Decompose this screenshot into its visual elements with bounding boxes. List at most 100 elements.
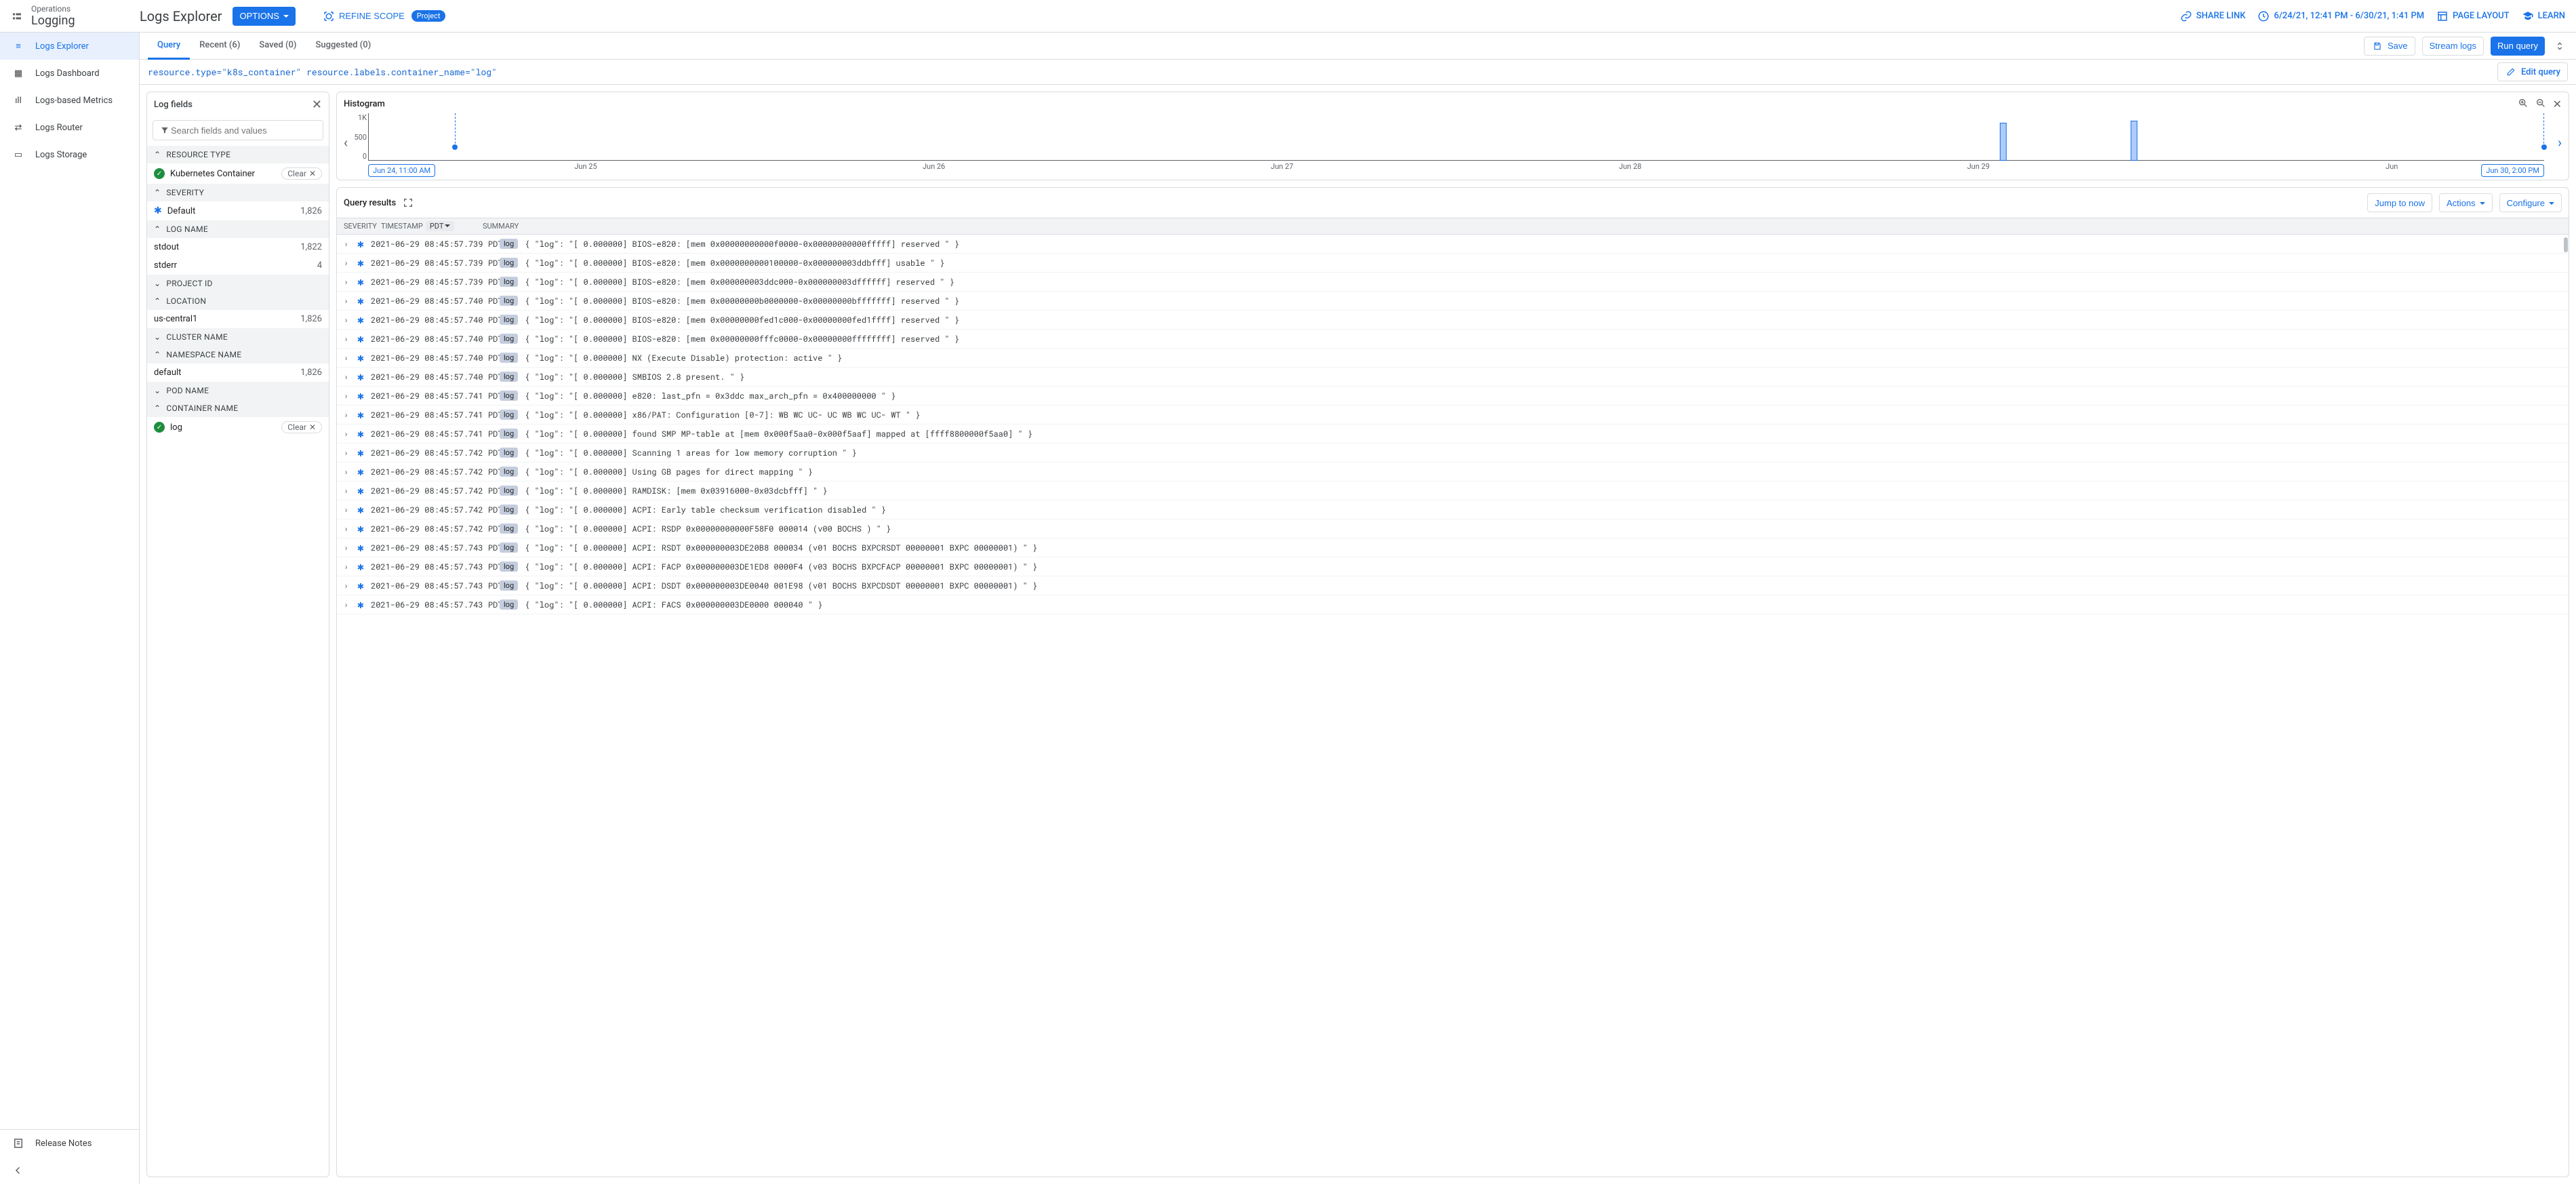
chevron-right-icon[interactable]: › [344, 448, 350, 458]
log-badge[interactable]: log [500, 277, 518, 287]
log-row[interactable]: ›✱2021-06-29 08:45:57.740 PDTlog{ "log":… [337, 292, 2569, 311]
log-badge[interactable]: log [500, 334, 518, 344]
log-badge[interactable]: log [500, 391, 518, 401]
sidebar-item-logs-router[interactable]: ⇄Logs Router [0, 114, 139, 141]
log-badge[interactable]: log [500, 448, 518, 458]
log-badge[interactable]: log [500, 467, 518, 477]
chevron-right-icon[interactable]: › [2558, 134, 2562, 151]
tab-query[interactable]: Query [148, 33, 190, 60]
sidebar-item-logs-dashboard[interactable]: ▦Logs Dashboard [0, 60, 139, 87]
chevron-right-icon[interactable]: › [344, 542, 350, 553]
log-badge[interactable]: log [500, 315, 518, 325]
section-cluster-name[interactable]: ⌄CLUSTER NAME [147, 328, 329, 346]
sidebar-collapse[interactable] [0, 1157, 139, 1184]
field-container-log[interactable]: ✓ log Clear ✕ [147, 417, 329, 437]
chevron-right-icon[interactable]: › [344, 467, 350, 477]
query-bar[interactable]: resource.type="k8s_container" resource.l… [140, 60, 2576, 85]
log-badge[interactable]: log [500, 542, 518, 553]
run-query-button[interactable]: Run query [2491, 37, 2545, 56]
log-fields-search-input[interactable] [171, 125, 317, 136]
log-row[interactable]: ›✱2021-06-29 08:45:57.743 PDTlog{ "log":… [337, 557, 2569, 576]
field-namespace-default[interactable]: default 1,826 [147, 363, 329, 382]
section-project-id[interactable]: ⌄PROJECT ID [147, 275, 329, 292]
tab-recent[interactable]: Recent (6) [190, 33, 249, 60]
chevron-right-icon[interactable]: › [344, 334, 350, 344]
log-badge[interactable]: log [500, 239, 518, 249]
expand-vertical-icon[interactable] [2552, 41, 2568, 52]
log-badge[interactable]: log [500, 410, 518, 420]
section-severity[interactable]: ⌃SEVERITY [147, 184, 329, 201]
tab-saved[interactable]: Saved (0) [249, 33, 306, 60]
log-badge[interactable]: log [500, 372, 518, 382]
results-rows[interactable]: ›✱2021-06-29 08:45:57.739 PDTlog{ "log":… [337, 235, 2569, 1177]
range-end-chip[interactable]: Jun 30, 2:00 PM [2481, 164, 2544, 177]
tab-suggested[interactable]: Suggested (0) [306, 33, 380, 60]
log-row[interactable]: ›✱2021-06-29 08:45:57.740 PDTlog{ "log":… [337, 330, 2569, 349]
actions-button[interactable]: Actions [2439, 193, 2493, 212]
section-container-name[interactable]: ⌃CONTAINER NAME [147, 399, 329, 417]
section-resource-type[interactable]: ⌃RESOURCE TYPE [147, 146, 329, 163]
chevron-right-icon[interactable]: › [344, 410, 350, 420]
log-row[interactable]: ›✱2021-06-29 08:45:57.739 PDTlog{ "log":… [337, 235, 2569, 254]
field-location[interactable]: us-central1 1,826 [147, 310, 329, 328]
log-row[interactable]: ›✱2021-06-29 08:45:57.742 PDTlog{ "log":… [337, 519, 2569, 538]
learn-button[interactable]: LEARN [2522, 10, 2565, 22]
log-row[interactable]: ›✱2021-06-29 08:45:57.742 PDTlog{ "log":… [337, 443, 2569, 462]
chevron-right-icon[interactable]: › [344, 524, 350, 534]
zoom-in-icon[interactable] [2518, 98, 2529, 111]
section-namespace-name[interactable]: ⌃NAMESPACE NAME [147, 346, 329, 363]
chevron-right-icon[interactable]: › [344, 277, 350, 288]
field-stderr[interactable]: stderr 4 [147, 256, 329, 275]
chevron-right-icon[interactable]: › [344, 315, 350, 325]
log-row[interactable]: ›✱2021-06-29 08:45:57.739 PDTlog{ "log":… [337, 273, 2569, 292]
chevron-right-icon[interactable]: › [344, 372, 350, 382]
configure-button[interactable]: Configure [2499, 193, 2562, 212]
log-row[interactable]: ›✱2021-06-29 08:45:57.740 PDTlog{ "log":… [337, 311, 2569, 330]
log-row[interactable]: ›✱2021-06-29 08:45:57.743 PDTlog{ "log":… [337, 538, 2569, 557]
log-badge[interactable]: log [500, 561, 518, 572]
log-row[interactable]: ›✱2021-06-29 08:45:57.743 PDTlog{ "log":… [337, 595, 2569, 614]
section-location[interactable]: ⌃LOCATION [147, 292, 329, 310]
scrollbar-thumb[interactable] [2564, 237, 2568, 252]
field-kubernetes-container[interactable]: ✓ Kubernetes Container Clear ✕ [147, 163, 329, 184]
clear-container[interactable]: Clear ✕ [281, 421, 322, 433]
log-row[interactable]: ›✱2021-06-29 08:45:57.740 PDTlog{ "log":… [337, 368, 2569, 387]
log-row[interactable]: ›✱2021-06-29 08:45:57.739 PDTlog{ "log":… [337, 254, 2569, 273]
chevron-right-icon[interactable]: › [344, 391, 350, 401]
hamburger-icon[interactable] [11, 10, 23, 22]
log-badge[interactable]: log [500, 296, 518, 306]
chevron-right-icon[interactable]: › [344, 505, 350, 515]
log-badge[interactable]: log [500, 580, 518, 591]
chevron-right-icon[interactable]: › [344, 561, 350, 572]
range-start-chip[interactable]: Jun 24, 11:00 AM [368, 164, 435, 177]
section-log-name[interactable]: ⌃LOG NAME [147, 220, 329, 238]
sidebar-item-logs-storage[interactable]: ▭Logs Storage [0, 141, 139, 168]
log-row[interactable]: ›✱2021-06-29 08:45:57.740 PDTlog{ "log":… [337, 349, 2569, 368]
log-row[interactable]: ›✱2021-06-29 08:45:57.742 PDTlog{ "log":… [337, 462, 2569, 481]
log-row[interactable]: ›✱2021-06-29 08:45:57.741 PDTlog{ "log":… [337, 387, 2569, 406]
log-badge[interactable]: log [500, 599, 518, 610]
chevron-right-icon[interactable]: › [344, 258, 350, 269]
chevron-right-icon[interactable]: › [344, 239, 350, 250]
timezone-selector[interactable]: PDT [426, 221, 455, 231]
log-row[interactable]: ›✱2021-06-29 08:45:57.741 PDTlog{ "log":… [337, 425, 2569, 443]
refine-scope-button[interactable]: REFINE SCOPE [316, 7, 411, 26]
jump-to-now-button[interactable]: Jump to now [2367, 193, 2432, 212]
edit-query-button[interactable]: Edit query [2497, 62, 2568, 81]
share-link-button[interactable]: SHARE LINK [2180, 10, 2246, 22]
stream-button[interactable]: Stream logs [2422, 37, 2484, 56]
field-severity-default[interactable]: ✱ Default 1,826 [147, 201, 329, 220]
log-row[interactable]: ›✱2021-06-29 08:45:57.743 PDTlog{ "log":… [337, 576, 2569, 595]
log-badge[interactable]: log [500, 505, 518, 515]
close-icon[interactable]: ✕ [312, 98, 322, 112]
sidebar-item-release-notes[interactable]: Release Notes [0, 1130, 139, 1157]
log-fields-search[interactable] [153, 120, 323, 140]
sidebar-item-logs-based-metrics[interactable]: ıllLogs-based Metrics [0, 87, 139, 114]
log-badge[interactable]: log [500, 486, 518, 496]
close-icon[interactable]: ✕ [2553, 98, 2562, 111]
chevron-right-icon[interactable]: › [344, 353, 350, 363]
time-range-button[interactable]: 6/24/21, 12:41 PM - 6/30/21, 1:41 PM [2257, 10, 2424, 22]
log-row[interactable]: ›✱2021-06-29 08:45:57.741 PDTlog{ "log":… [337, 406, 2569, 425]
log-badge[interactable]: log [500, 524, 518, 534]
chevron-right-icon[interactable]: › [344, 486, 350, 496]
